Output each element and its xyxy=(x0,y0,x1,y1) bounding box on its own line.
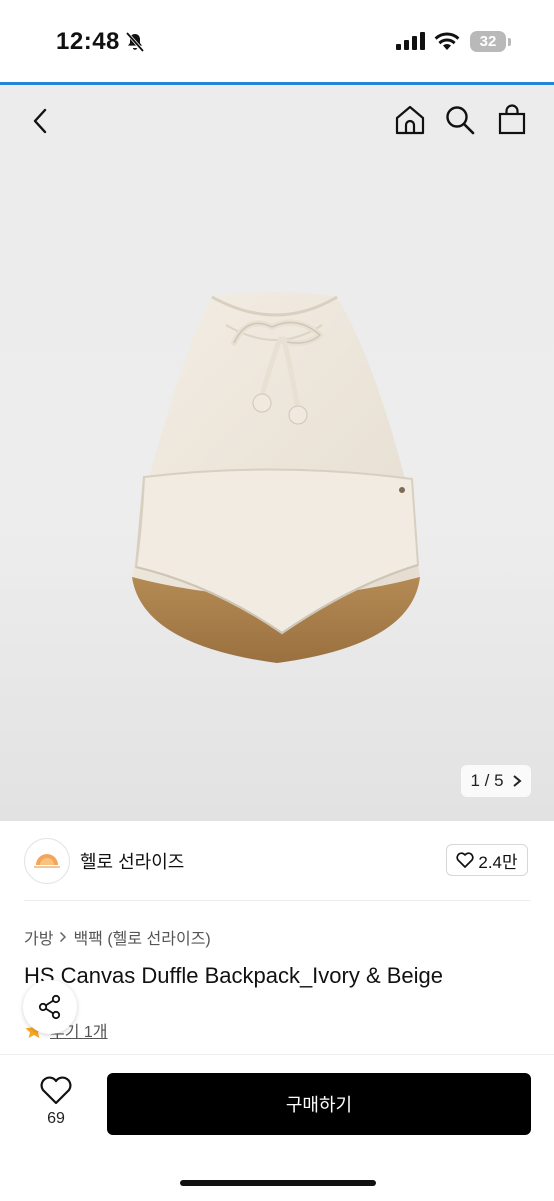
gallery-counter-text: 1 / 5 xyxy=(470,771,504,790)
status-time: 12:48 xyxy=(56,28,120,55)
battery-tip xyxy=(508,38,511,46)
breadcrumb-subcategory[interactable]: 백팩 (헬로 선라이즈) xyxy=(73,925,210,949)
heart-icon xyxy=(456,852,474,868)
chevron-right-icon xyxy=(60,931,67,943)
product-image xyxy=(132,292,420,663)
wifi-icon xyxy=(434,32,460,50)
battery-indicator: 32 xyxy=(470,31,506,52)
buy-button[interactable]: 구매하기 xyxy=(107,1073,531,1135)
breadcrumb: 가방 백팩 (헬로 선라이즈) xyxy=(24,925,211,949)
share-icon xyxy=(38,994,61,1020)
back-icon[interactable] xyxy=(26,106,56,136)
home-icon[interactable] xyxy=(394,104,426,136)
share-button[interactable] xyxy=(23,980,77,1034)
shopping-bag-icon[interactable] xyxy=(496,103,528,135)
chevron-right-icon xyxy=(512,775,522,787)
brand-like-count: 2.4만 xyxy=(478,852,518,872)
sunrise-logo-icon xyxy=(34,854,60,868)
divider xyxy=(24,900,530,901)
gallery-counter[interactable]: 1 / 5 xyxy=(461,765,531,797)
home-indicator xyxy=(180,1180,376,1186)
signal-icon xyxy=(396,32,425,50)
brand-like-button[interactable]: 2.4만 xyxy=(446,844,528,876)
product-title: HS Canvas Duffle Backpack_Ivory & Beige xyxy=(24,963,444,988)
wishlist-heart-icon[interactable] xyxy=(38,1076,74,1106)
wishlist-count: 69 xyxy=(47,1110,65,1127)
brand-logo[interactable] xyxy=(24,838,70,884)
brand-name[interactable]: 헬로 선라이즈 xyxy=(80,848,184,874)
bell-slash-icon xyxy=(125,31,145,53)
search-icon[interactable] xyxy=(444,104,476,136)
breadcrumb-category[interactable]: 가방 xyxy=(24,925,53,949)
